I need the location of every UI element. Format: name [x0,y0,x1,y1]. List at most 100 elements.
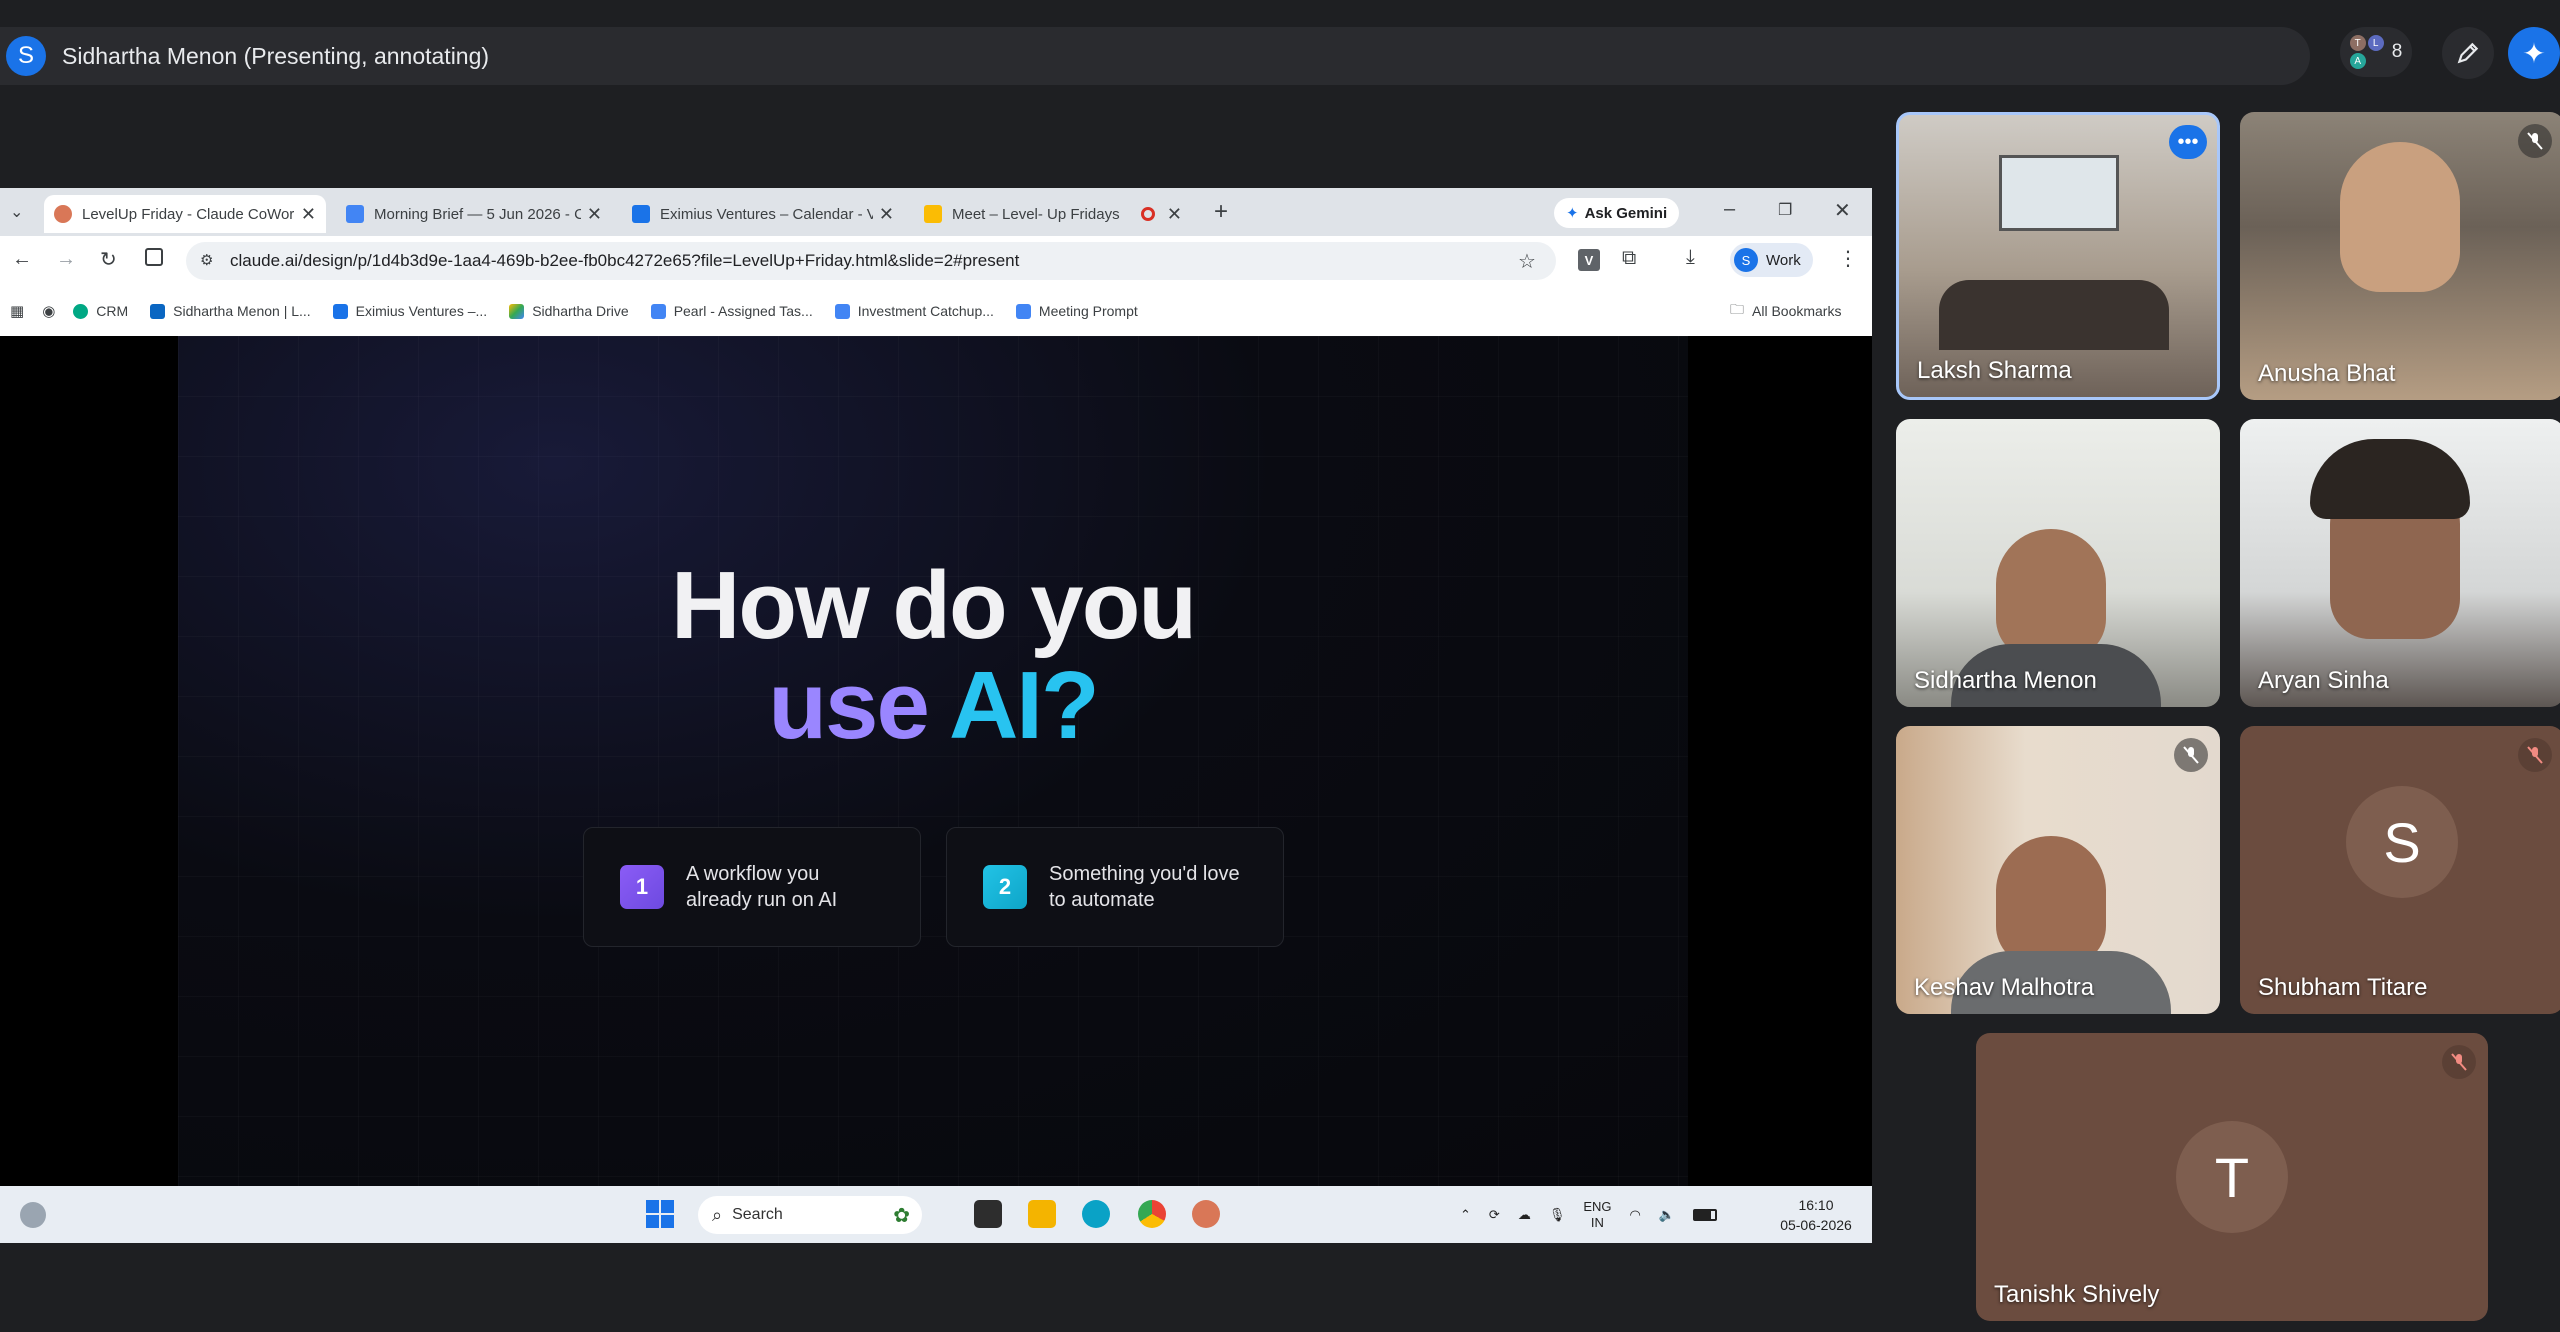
file-explorer-icon[interactable] [1028,1200,1056,1228]
tab-morning-brief[interactable]: Morning Brief — 5 Jun 2026 - C ✕ [336,195,612,233]
participant-name: Laksh Sharma [1917,357,2072,384]
restore-button[interactable]: ❐ [1778,200,1792,220]
participant-avatar: T [2176,1121,2288,1233]
browser-chrome: ⌄ LevelUp Friday - Claude CoWor ✕ Mornin… [0,188,1872,336]
tab-title: Meet – Level- Up Fridays [952,205,1120,223]
site-info-icon[interactable]: ⚙ [200,251,213,269]
download-icon[interactable]: ⤓ [1686,246,1695,269]
person-face [1996,529,2106,659]
tab-search-icon[interactable]: ⌄ [10,202,23,222]
close-icon[interactable]: ✕ [1167,204,1182,225]
card-number: 2 [983,865,1027,909]
battery-icon[interactable] [1693,1208,1718,1221]
extensions-icon[interactable]: ⧉ [1622,247,1636,270]
clock-time: 16:10 [1798,1197,1834,1213]
recording-icon [1140,207,1155,221]
close-icon[interactable]: ✕ [879,204,894,225]
wifi-icon[interactable]: ◠ [1630,1207,1641,1223]
people-button[interactable]: T L A 8 [2340,27,2412,77]
lang-label: ENG [1583,1198,1612,1214]
participant-tile[interactable]: S Shubham Titare [2240,726,2560,1014]
person-face [1996,836,2106,966]
participant-tile[interactable]: Aryan Sinha [2240,419,2560,707]
bookmark-eximius[interactable]: Eximius Ventures –... [332,303,487,319]
address-bar[interactable]: ⚙ claude.ai/design/p/1d4b3d9e-1aa4-469b-… [186,242,1556,280]
people-avatar: A [2349,53,2366,69]
participant-tile[interactable]: T Tanishk Shively [1976,1033,2488,1321]
apps-grid-icon[interactable]: ▦ [10,302,24,320]
split-view-icon[interactable] [145,248,163,266]
bookmark-pearl[interactable]: Pearl - Assigned Tas... [650,303,813,319]
minimize-button[interactable]: – [1724,198,1735,221]
volume-icon[interactable]: 🔈 [1659,1207,1675,1223]
participant-name: Keshav Malhotra [1914,974,2095,1001]
task-view-icon[interactable] [974,1200,1002,1228]
bookmark-crm[interactable]: CRM [73,303,128,319]
sync-icon[interactable]: ⟳ [1489,1207,1500,1223]
annotate-button[interactable] [2442,27,2494,79]
reload-button[interactable]: ↻ [100,247,117,272]
tab-calendar[interactable]: Eximius Ventures – Calendar - V ✕ [622,195,904,233]
back-button[interactable]: ← [12,248,32,271]
all-bookmarks[interactable]: 🗀 All Bookmarks [1730,299,1841,323]
ask-gemini-button[interactable]: ✦ Ask Gemini [1554,198,1680,228]
participant-tile[interactable]: Anusha Bhat [2240,112,2560,400]
tab-meet[interactable]: Meet – Level- Up Fridays ✕ [914,195,1192,233]
people-avatar: L [2367,35,2384,51]
close-window-button[interactable]: ✕ [1834,198,1851,223]
card-text: A workflow you already run on AI [686,863,838,911]
claude-app-icon[interactable] [1192,1200,1220,1228]
participant-tile[interactable]: Sidhartha Menon [1896,419,2220,707]
mic-icon[interactable]: 🎙 [1549,1207,1566,1223]
close-icon[interactable]: ✕ [301,204,316,225]
tab-strip: ⌄ LevelUp Friday - Claude CoWor ✕ Mornin… [0,188,1872,236]
person-face [2340,142,2460,292]
edge-icon[interactable] [1082,1200,1110,1228]
presentation-slide: How do you use AI? 1 A workflow you alre… [178,336,1688,1186]
new-tab-button[interactable]: + [1214,198,1228,226]
bookmark-label: Meeting Prompt [1038,303,1138,319]
close-icon[interactable]: ✕ [587,204,602,225]
bookmark-drive[interactable]: Sidhartha Drive [509,303,629,319]
people-avatar: T [2349,35,2366,51]
widgets-icon[interactable] [20,1202,46,1228]
taskbar-search-label: Search [732,1206,783,1223]
start-button[interactable] [646,1200,674,1228]
calendar-icon [632,205,650,223]
gemini-button[interactable]: ✦ [2508,27,2560,79]
globe-icon[interactable]: ◉ [42,302,55,320]
chrome-icon[interactable] [1138,1200,1166,1228]
region-label: IN [1590,1214,1604,1230]
people-silhouette [1939,280,2169,350]
tab-title: Eximius Ventures – Calendar - V [660,205,873,223]
menu-icon[interactable]: ⋮ [1838,246,1858,271]
people-avatars: T L A [2349,35,2384,69]
language-indicator[interactable]: ENG IN [1583,1199,1611,1231]
sparkle-icon: ✦ [2522,37,2546,69]
tab-title: LevelUp Friday - Claude CoWor [82,205,295,223]
bookmark-meeting-prompt[interactable]: Meeting Prompt [1015,303,1138,319]
taskbar-search[interactable]: ⌕ Search ✿ [698,1196,922,1234]
tv-screen [1999,155,2119,231]
forward-button[interactable]: → [56,248,76,271]
people-count: 8 [2391,41,2403,62]
chevron-up-icon[interactable]: ⌃ [1460,1207,1471,1223]
presenter-bar[interactable]: S Sidhartha Menon (Presenting, annotatin… [0,27,2310,85]
taskbar-clock[interactable]: 16:10 05-06-2026 [1768,1195,1864,1235]
bookmark-investment[interactable]: Investment Catchup... [834,303,994,319]
claude-icon [54,205,72,223]
more-options-icon[interactable]: ••• [2169,125,2207,159]
participant-tile[interactable]: ••• Laksh Sharma [1896,112,2220,400]
docs-icon [346,205,364,223]
participant-tile[interactable]: Keshav Malhotra [1896,726,2220,1014]
slide-title-use: use [768,652,949,759]
search-icon: ⌕ [712,1204,723,1225]
cloud-off-icon[interactable]: ☁ [1518,1207,1531,1223]
extension-v-icon[interactable]: V [1578,249,1600,271]
bookmark-linkedin[interactable]: Sidhartha Menon | L... [150,303,311,319]
star-icon[interactable]: ☆ [1518,249,1536,274]
tab-levelup[interactable]: LevelUp Friday - Claude CoWor ✕ [44,195,326,233]
mic-off-icon [2518,738,2552,772]
url-text: claude.ai/design/p/1d4b3d9e-1aa4-469b-b2… [230,251,1020,270]
profile-button[interactable]: S Work [1730,243,1813,277]
